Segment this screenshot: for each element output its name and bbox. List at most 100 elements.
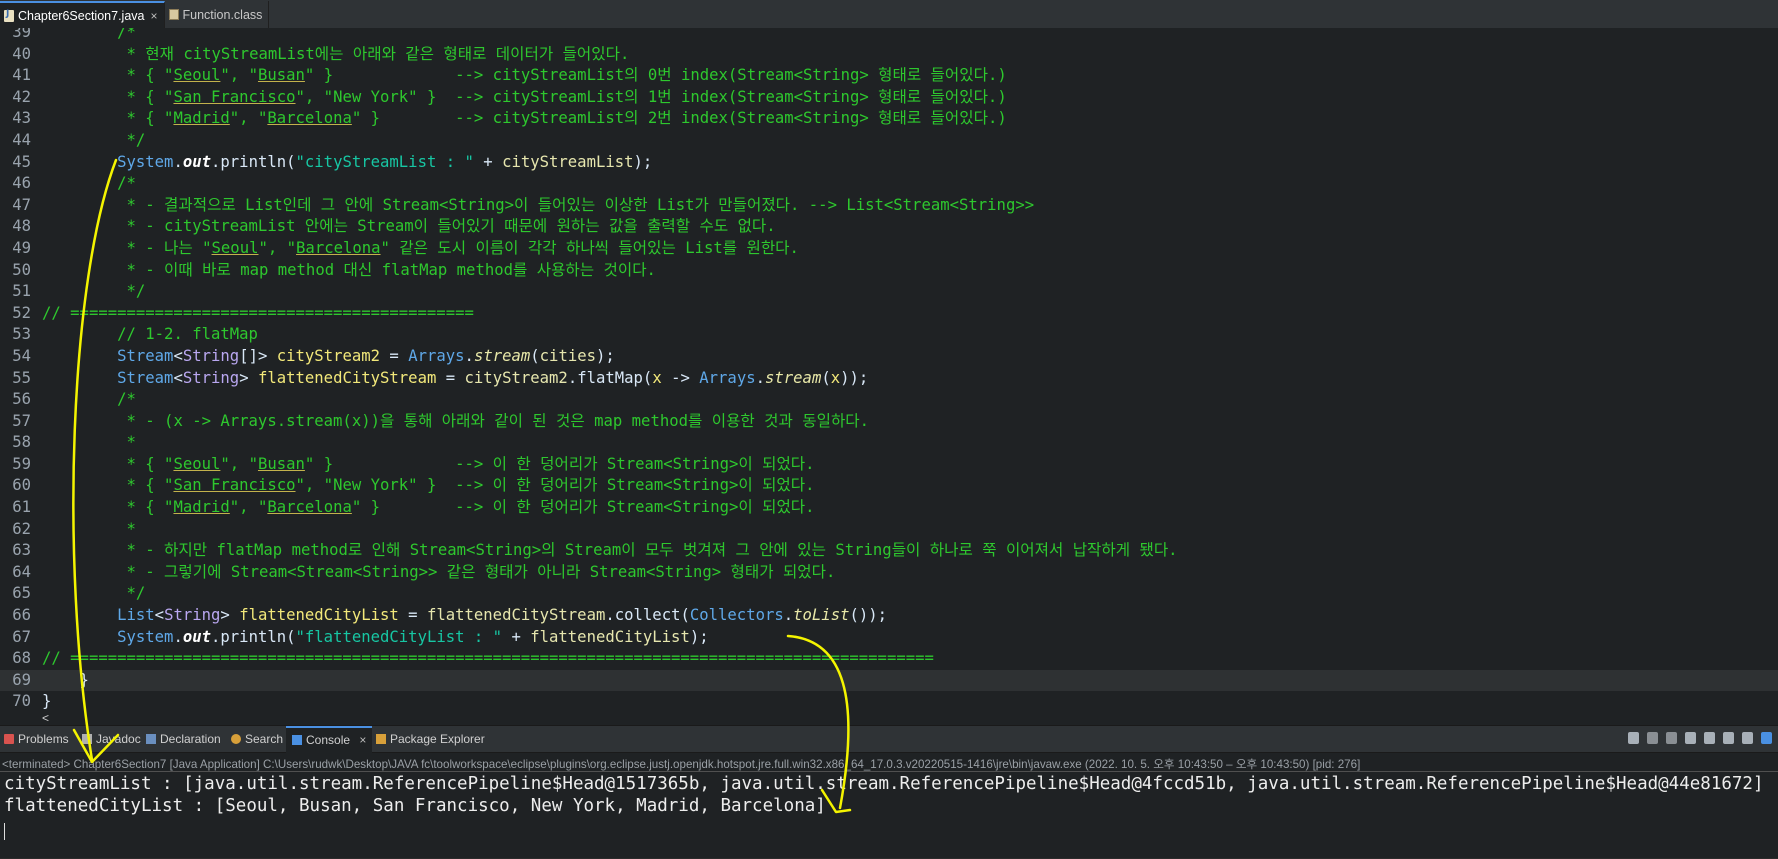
horizontal-scroll-marker[interactable]: <: [42, 711, 49, 725]
search-icon: [231, 734, 241, 744]
line-number: 50: [12, 260, 31, 279]
code-line[interactable]: 42 * { "San Francisco", "New York" } -->…: [0, 87, 1778, 109]
line-number: 53: [12, 325, 31, 344]
code-text: * { "San Francisco", "New York" } --> ci…: [126, 87, 1007, 106]
remove-all-icon[interactable]: [1666, 732, 1677, 744]
code-text: *: [126, 519, 136, 538]
code-text: Stream<String[]> cityStream2 = Arrays.st…: [117, 346, 615, 365]
code-text: }: [42, 692, 52, 711]
tab-label: Package Explorer: [390, 732, 485, 746]
editor-tab-bar: Chapter6Section7.java × Function.class: [0, 0, 1778, 29]
code-editor[interactable]: 39 /* 40 * 현재 cityStreamList에는 아래와 같은 형태로…: [0, 28, 1778, 725]
code-line[interactable]: 69 }: [0, 669, 1778, 692]
code-text: /*: [117, 390, 136, 409]
remove-launch-icon[interactable]: [1647, 732, 1658, 744]
line-number: 47: [12, 195, 31, 214]
console-output[interactable]: cityStreamList : [java.util.stream.Refer…: [0, 771, 1778, 859]
line-number: 64: [12, 562, 31, 581]
line-number: 65: [12, 584, 31, 603]
code-line[interactable]: 51 */: [0, 281, 1778, 303]
line-number: 62: [12, 519, 31, 538]
tab-javadoc[interactable]: Javadoc: [82, 726, 141, 753]
code-text: */: [126, 130, 146, 149]
code-line[interactable]: 40 * 현재 cityStreamList에는 아래와 같은 형태로 데이터가…: [0, 44, 1778, 66]
code-line[interactable]: 53 // 1-2. flatMap: [0, 324, 1778, 346]
line-number: 56: [12, 390, 31, 409]
code-lines: 39 /* 40 * 현재 cityStreamList에는 아래와 같은 형태로…: [0, 28, 1778, 713]
code-line[interactable]: 60 * { "San Francisco", "New York" } -->…: [0, 475, 1778, 497]
code-text: * - (x -> Arrays.stream(x))을 통해 아래와 같이 된…: [126, 411, 870, 430]
code-line[interactable]: 47 * - 결과적으로 List인데 그 안에 Stream<String>이…: [0, 195, 1778, 217]
code-line[interactable]: 48 * - cityStreamList 안에는 Stream이 들어있기 때…: [0, 216, 1778, 238]
scroll-lock-icon[interactable]: [1685, 732, 1696, 744]
code-text: System.out.println("cityStreamList : " +…: [117, 152, 653, 171]
line-number: 52: [12, 303, 31, 322]
code-line[interactable]: 58 *: [0, 432, 1778, 454]
code-line[interactable]: 62 *: [0, 519, 1778, 541]
display-console-icon[interactable]: [1761, 732, 1772, 744]
code-text: * { "San Francisco", "New York" } --> 이 …: [126, 476, 815, 495]
code-text: }: [42, 670, 89, 689]
code-text: Stream<String> flattenedCityStream = cit…: [117, 368, 869, 387]
code-line[interactable]: 45 System.out.println("cityStreamList : …: [0, 152, 1778, 174]
code-line[interactable]: 67 System.out.println("flattenedCityList…: [0, 627, 1778, 649]
code-line[interactable]: 52 // ===================================…: [0, 303, 1778, 325]
code-line[interactable]: 50 * - 이때 바로 map method 대신 flatMap metho…: [0, 260, 1778, 282]
code-text: */: [126, 282, 146, 301]
code-text: * 현재 cityStreamList에는 아래와 같은 형태로 데이터가 들어…: [126, 44, 630, 63]
code-line[interactable]: 56 /*: [0, 389, 1778, 411]
code-line[interactable]: 39 /*: [0, 28, 1778, 44]
console-output-line: cityStreamList : [java.util.stream.Refer…: [4, 774, 1764, 794]
terminated-status: <terminated> Chapter6Section7 [Java Appl…: [2, 758, 1361, 771]
line-number: 42: [12, 87, 31, 106]
code-text: * { "Madrid", "Barcelona" } --> 이 한 덩어리가…: [126, 498, 815, 517]
tab-package-explorer[interactable]: Package Explorer: [376, 726, 485, 753]
problems-icon: [4, 734, 14, 744]
code-text: * - cityStreamList 안에는 Stream이 들어있기 때문에 …: [126, 217, 776, 236]
code-line[interactable]: 43 * { "Madrid", "Barcelona" } --> cityS…: [0, 108, 1778, 130]
javadoc-icon: [82, 734, 92, 744]
code-line[interactable]: 55 Stream<String> flattenedCityStream = …: [0, 368, 1778, 390]
code-line[interactable]: 64 * - 그렇기에 Stream<Stream<String>> 같은 형태…: [0, 562, 1778, 584]
tab-label: Declaration: [160, 732, 221, 746]
line-number: 41: [12, 66, 31, 85]
tab-console[interactable]: Console ×: [286, 726, 373, 753]
line-number: 66: [12, 606, 31, 625]
close-icon[interactable]: ×: [359, 733, 366, 747]
code-line[interactable]: 46 /*: [0, 173, 1778, 195]
line-number: 51: [12, 282, 31, 301]
code-line[interactable]: 41 * { "Seoul", "Busan" } --> cityStream…: [0, 65, 1778, 87]
word-wrap-icon[interactable]: [1704, 732, 1715, 744]
line-number: 44: [12, 130, 31, 149]
code-line[interactable]: 44 */: [0, 130, 1778, 152]
show-on-output-icon[interactable]: [1723, 732, 1734, 744]
code-line[interactable]: 57 * - (x -> Arrays.stream(x))을 통해 아래와 같…: [0, 411, 1778, 433]
code-text: * { "Seoul", "Busan" } --> cityStreamLis…: [126, 66, 1007, 85]
terminate-icon[interactable]: [1628, 732, 1639, 744]
code-line[interactable]: 65 */: [0, 583, 1778, 605]
tab-chapter6section7-java[interactable]: Chapter6Section7.java ×: [0, 1, 165, 28]
code-line[interactable]: 63 * - 하지만 flatMap method로 인해 Stream<Str…: [0, 540, 1778, 562]
line-number: 69: [12, 670, 31, 689]
line-number: 68: [12, 649, 31, 668]
tab-search[interactable]: Search: [231, 726, 283, 753]
console-view: <terminated> Chapter6Section7 [Java Appl…: [0, 753, 1778, 858]
code-text: // =====================================…: [42, 303, 474, 322]
tab-function-class[interactable]: Function.class: [165, 1, 270, 28]
line-number: 63: [12, 541, 31, 560]
code-line[interactable]: 49 * - 나는 "Seoul", "Barcelona" 같은 도시 이름이…: [0, 238, 1778, 260]
close-icon[interactable]: ×: [150, 9, 157, 23]
code-text: // =====================================…: [42, 649, 934, 668]
code-line[interactable]: 54 Stream<String[]> cityStream2 = Arrays…: [0, 346, 1778, 368]
code-line[interactable]: 66 List<String> flattenedCityList = flat…: [0, 605, 1778, 627]
pin-console-icon[interactable]: [1742, 732, 1753, 744]
line-number: 67: [12, 627, 31, 646]
code-line[interactable]: 70}: [0, 691, 1778, 713]
tab-problems[interactable]: Problems: [4, 726, 69, 753]
code-line[interactable]: 68 // ===================================…: [0, 648, 1778, 670]
code-text: // 1-2. flatMap: [117, 325, 258, 344]
code-line[interactable]: 61 * { "Madrid", "Barcelona" } --> 이 한 덩…: [0, 497, 1778, 519]
tab-declaration[interactable]: Declaration: [146, 726, 221, 753]
code-line[interactable]: 59 * { "Seoul", "Busan" } --> 이 한 덩어리가 S…: [0, 454, 1778, 476]
tab-label: Javadoc: [96, 732, 141, 746]
